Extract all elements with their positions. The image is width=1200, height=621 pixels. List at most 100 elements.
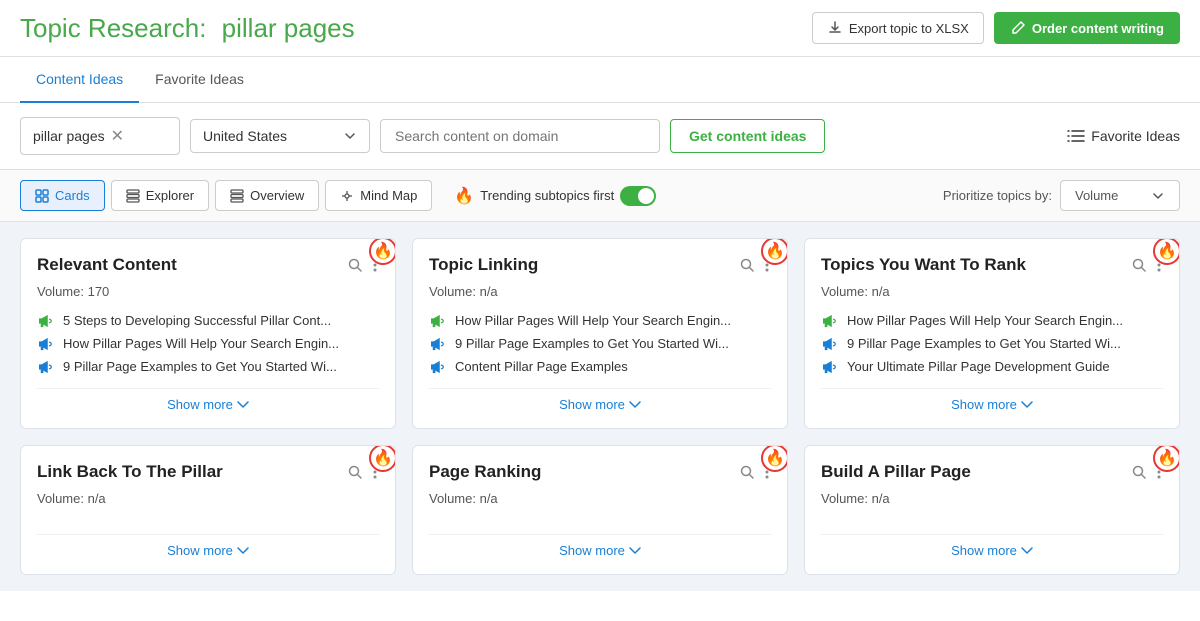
card-title: Link Back To The Pillar (37, 462, 263, 482)
get-content-ideas-button[interactable]: Get content ideas (670, 119, 825, 153)
card-search-button[interactable] (737, 462, 757, 487)
chevron-down-icon (629, 547, 641, 555)
card-title: Topic Linking (429, 255, 578, 275)
tab-favorite-ideas[interactable]: Favorite Ideas (139, 57, 260, 103)
export-icon (827, 20, 843, 36)
view-bar: Cards Explorer Overview Mind Map 🔥 Trend… (0, 170, 1200, 222)
card-item: How Pillar Pages Will Help Your Search E… (429, 313, 771, 328)
chevron-down-icon (237, 547, 249, 555)
view-mind-map-button[interactable]: Mind Map (325, 180, 432, 211)
megaphone-icon (429, 360, 447, 374)
card-items: 5 Steps to Developing Successful Pillar … (37, 313, 379, 374)
search-icon (739, 257, 755, 273)
card-volume: Volume: n/a (37, 491, 379, 506)
card-item-text: How Pillar Pages Will Help Your Search E… (847, 313, 1123, 328)
card-item-text: 9 Pillar Page Examples to Get You Starte… (847, 336, 1121, 351)
card-volume: Volume: n/a (821, 491, 1163, 506)
trending-fire-icon: 🔥 (761, 445, 788, 472)
top-bar: Topic Research: pillar pages Export topi… (0, 0, 1200, 57)
keyword-value: pillar pages (33, 128, 105, 144)
card-header: Link Back To The Pillar (37, 462, 379, 487)
card-search-button[interactable] (1129, 255, 1149, 280)
card-build-a-pillar-page: 🔥 Build A Pillar Page (804, 445, 1180, 575)
megaphone-icon (821, 314, 839, 328)
search-icon (739, 464, 755, 480)
clear-keyword-button[interactable]: ✕ (111, 126, 124, 146)
trending-fire-icon: 🔥 (369, 445, 396, 472)
show-more-button[interactable]: Show more (37, 388, 379, 412)
edit-icon (1010, 20, 1026, 36)
show-more-button[interactable]: Show more (429, 388, 771, 412)
priority-dropdown[interactable]: Volume (1060, 180, 1180, 211)
megaphone-icon (37, 337, 55, 351)
card-search-button[interactable] (1129, 462, 1149, 487)
chevron-down-icon (629, 401, 641, 409)
card-item-text: 9 Pillar Page Examples to Get You Starte… (63, 359, 337, 374)
card-topic-linking: 🔥 Topic Linking Volu (412, 238, 788, 429)
card-header: Page Ranking (429, 462, 771, 487)
chevron-down-icon (1021, 547, 1033, 555)
chevron-down-icon (1021, 401, 1033, 409)
megaphone-icon (429, 337, 447, 351)
view-overview-button[interactable]: Overview (215, 180, 319, 211)
show-more-button[interactable]: Show more (429, 534, 771, 558)
search-bar: pillar pages ✕ United States Get content… (0, 103, 1200, 170)
domain-search-input[interactable] (380, 119, 660, 153)
search-icon (1131, 257, 1147, 273)
chevron-down-icon (237, 401, 249, 409)
tabs-bar: Content Ideas Favorite Ideas (0, 57, 1200, 103)
country-selector[interactable]: United States (190, 119, 370, 153)
search-icon (1131, 464, 1147, 480)
cards-view-icon (35, 189, 49, 203)
trending-fire-icon: 🔥 (1153, 238, 1180, 265)
order-writing-button[interactable]: Order content writing (994, 12, 1180, 44)
card-topics-you-want-to-rank: 🔥 Topics You Want To Rank (804, 238, 1180, 429)
card-volume: Volume: n/a (429, 491, 771, 506)
trending-fire-icon: 🔥 (761, 238, 788, 265)
card-header: Build A Pillar Page (821, 462, 1163, 487)
top-actions: Export topic to XLSX Order content writi… (812, 12, 1180, 44)
view-explorer-button[interactable]: Explorer (111, 180, 209, 211)
card-header: Topics You Want To Rank (821, 255, 1163, 280)
card-item-text: How Pillar Pages Will Help Your Search E… (455, 313, 731, 328)
mind-map-view-icon (340, 189, 354, 203)
card-item: How Pillar Pages Will Help Your Search E… (821, 313, 1163, 328)
view-cards-button[interactable]: Cards (20, 180, 105, 211)
card-item: 9 Pillar Page Examples to Get You Starte… (429, 336, 771, 351)
card-item-text: Content Pillar Page Examples (455, 359, 628, 374)
card-item: Your Ultimate Pillar Page Development Gu… (821, 359, 1163, 374)
card-item: 9 Pillar Page Examples to Get You Starte… (37, 359, 379, 374)
card-item-text: 9 Pillar Page Examples to Get You Starte… (455, 336, 729, 351)
card-search-button[interactable] (345, 255, 365, 280)
card-title: Build A Pillar Page (821, 462, 1011, 482)
card-item: 9 Pillar Page Examples to Get You Starte… (821, 336, 1163, 351)
card-volume: Volume: 170 (37, 284, 379, 299)
card-item-text: How Pillar Pages Will Help Your Search E… (63, 336, 339, 351)
show-more-button[interactable]: Show more (37, 534, 379, 558)
megaphone-icon (37, 360, 55, 374)
trending-fire-icon: 🔥 (1153, 445, 1180, 472)
card-items: How Pillar Pages Will Help Your Search E… (429, 313, 771, 374)
card-relevant-content: 🔥 Relevant Content V (20, 238, 396, 429)
card-header: Relevant Content (37, 255, 379, 280)
card-item: How Pillar Pages Will Help Your Search E… (37, 336, 379, 351)
card-search-button[interactable] (345, 462, 365, 487)
priority-chevron-icon (1151, 189, 1165, 203)
show-more-button[interactable]: Show more (821, 534, 1163, 558)
export-button[interactable]: Export topic to XLSX (812, 12, 984, 44)
trending-toggle[interactable] (620, 186, 656, 206)
card-item-text: Your Ultimate Pillar Page Development Gu… (847, 359, 1110, 374)
list-icon (1067, 129, 1085, 143)
page-title-highlight: pillar pages (222, 13, 355, 43)
card-item: 5 Steps to Developing Successful Pillar … (37, 313, 379, 328)
favorite-ideas-link[interactable]: Favorite Ideas (1067, 128, 1180, 144)
card-items: How Pillar Pages Will Help Your Search E… (821, 313, 1163, 374)
card-link-back-to-pillar: 🔥 Link Back To The Pillar (20, 445, 396, 575)
card-search-button[interactable] (737, 255, 757, 280)
tab-content-ideas[interactable]: Content Ideas (20, 57, 139, 103)
megaphone-icon (37, 314, 55, 328)
card-item-text: 5 Steps to Developing Successful Pillar … (63, 313, 331, 328)
card-page-ranking: 🔥 Page Ranking Volum (412, 445, 788, 575)
show-more-button[interactable]: Show more (821, 388, 1163, 412)
cards-grid: 🔥 Relevant Content V (0, 222, 1200, 591)
